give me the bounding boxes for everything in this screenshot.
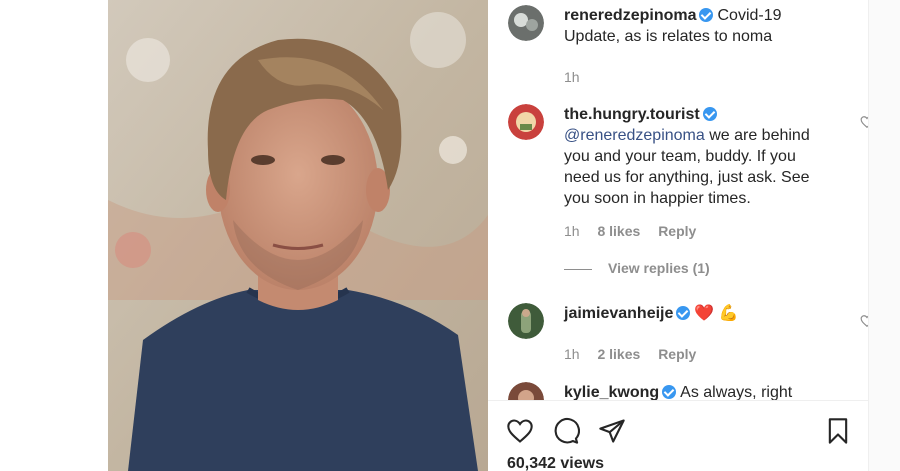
comment-username[interactable]: jaimievanheije bbox=[564, 305, 673, 322]
comment-mention[interactable]: @reneredzepinoma bbox=[564, 127, 705, 144]
post-video[interactable] bbox=[108, 0, 488, 471]
avatar[interactable] bbox=[508, 104, 544, 140]
verified-badge-icon bbox=[699, 8, 714, 22]
avatar[interactable] bbox=[508, 303, 544, 339]
page-background-left bbox=[0, 0, 108, 471]
reply-button[interactable]: Reply bbox=[658, 346, 696, 362]
comment-icon[interactable] bbox=[552, 417, 580, 445]
reply-button[interactable]: Reply bbox=[658, 223, 696, 239]
avatar-image bbox=[508, 104, 544, 140]
comment-time[interactable]: 1h bbox=[564, 346, 580, 362]
heart-icon[interactable] bbox=[506, 417, 534, 445]
comment-text: ❤️ 💪 bbox=[694, 305, 739, 322]
like-comment-heart-icon[interactable] bbox=[860, 115, 868, 129]
comment-text: As always, right bbox=[680, 384, 793, 400]
paper-plane-icon[interactable] bbox=[598, 417, 626, 445]
comment-username[interactable]: the.hungry.tourist bbox=[564, 106, 700, 123]
avatar-image bbox=[508, 382, 544, 400]
video-frame bbox=[108, 0, 488, 471]
avatar-image bbox=[508, 303, 544, 339]
comments-list: reneredzepinoma Covid-19 Update, as is re… bbox=[488, 0, 868, 400]
avatar-image bbox=[508, 5, 544, 41]
verified-badge-icon bbox=[662, 385, 677, 399]
view-count[interactable]: 60,342 views bbox=[507, 455, 604, 471]
view-replies-label[interactable]: View replies (1) bbox=[608, 260, 710, 276]
caption-username[interactable]: reneredzepinoma bbox=[564, 7, 696, 24]
like-comment-heart-icon[interactable] bbox=[860, 314, 868, 328]
comment-likes[interactable]: 2 likes bbox=[597, 346, 640, 362]
verified-badge-icon bbox=[676, 306, 691, 320]
view-replies-button[interactable]: View replies (1) bbox=[564, 260, 710, 276]
caption-time[interactable]: 1h bbox=[564, 69, 580, 85]
divider-line bbox=[564, 268, 592, 270]
verified-badge-icon bbox=[702, 107, 717, 121]
comments-panel: reneredzepinoma Covid-19 Update, as is re… bbox=[488, 0, 868, 471]
page-background-right bbox=[868, 0, 900, 471]
avatar[interactable] bbox=[508, 382, 544, 400]
comment-likes[interactable]: 8 likes bbox=[597, 223, 640, 239]
bookmark-icon[interactable] bbox=[824, 417, 852, 445]
comment-username[interactable]: kylie_kwong bbox=[564, 384, 659, 400]
post-actions-bar: 60,342 views bbox=[488, 400, 868, 471]
comment-time[interactable]: 1h bbox=[564, 223, 580, 239]
avatar[interactable] bbox=[508, 5, 544, 41]
